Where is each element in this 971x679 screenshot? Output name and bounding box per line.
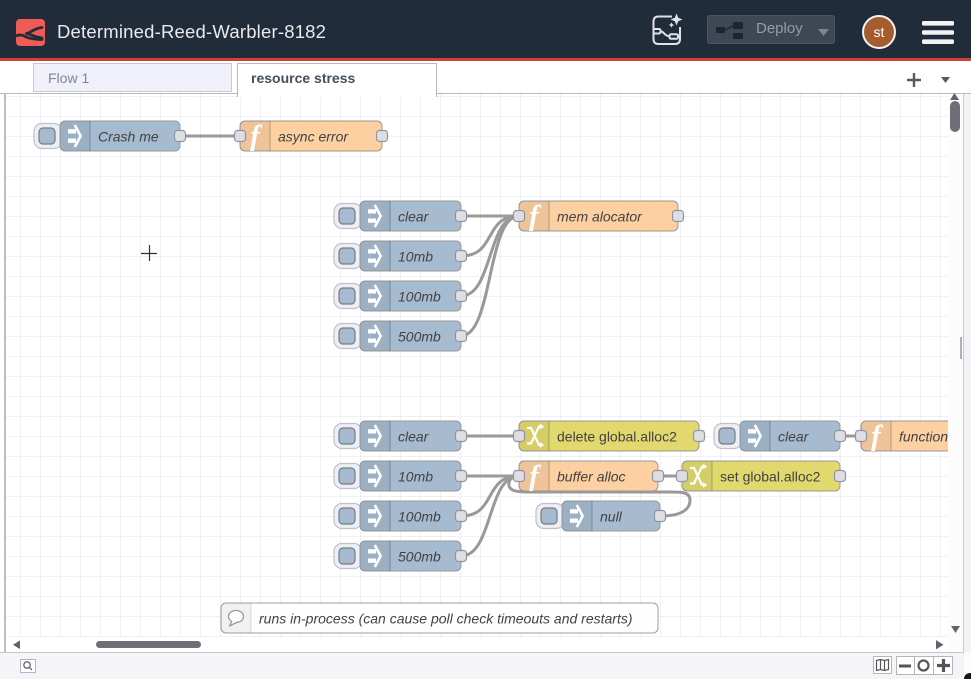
svg-text:100mb: 100mb bbox=[398, 509, 441, 525]
svg-text:500mb: 500mb bbox=[398, 329, 441, 345]
svg-text:buffer alloc: buffer alloc bbox=[557, 469, 625, 485]
svg-text:runs in-process (can cause pol: runs in-process (can cause poll check ti… bbox=[259, 611, 633, 627]
svg-text:clear: clear bbox=[778, 429, 810, 445]
svg-text:mem alocator: mem alocator bbox=[557, 209, 643, 225]
svg-text:500mb: 500mb bbox=[398, 549, 441, 565]
svg-text:delete global.alloc2: delete global.alloc2 bbox=[557, 429, 677, 445]
svg-text:null: null bbox=[600, 509, 623, 525]
svg-text:10mb: 10mb bbox=[398, 469, 433, 485]
svg-text:function: function bbox=[899, 429, 948, 445]
svg-text:clear: clear bbox=[398, 209, 430, 225]
svg-text:async error: async error bbox=[278, 129, 349, 145]
svg-text:set global.alloc2: set global.alloc2 bbox=[720, 469, 821, 485]
svg-text:10mb: 10mb bbox=[398, 249, 433, 265]
svg-text:100mb: 100mb bbox=[398, 289, 441, 305]
svg-text:Crash me: Crash me bbox=[98, 129, 159, 145]
svg-text:clear: clear bbox=[398, 429, 430, 445]
